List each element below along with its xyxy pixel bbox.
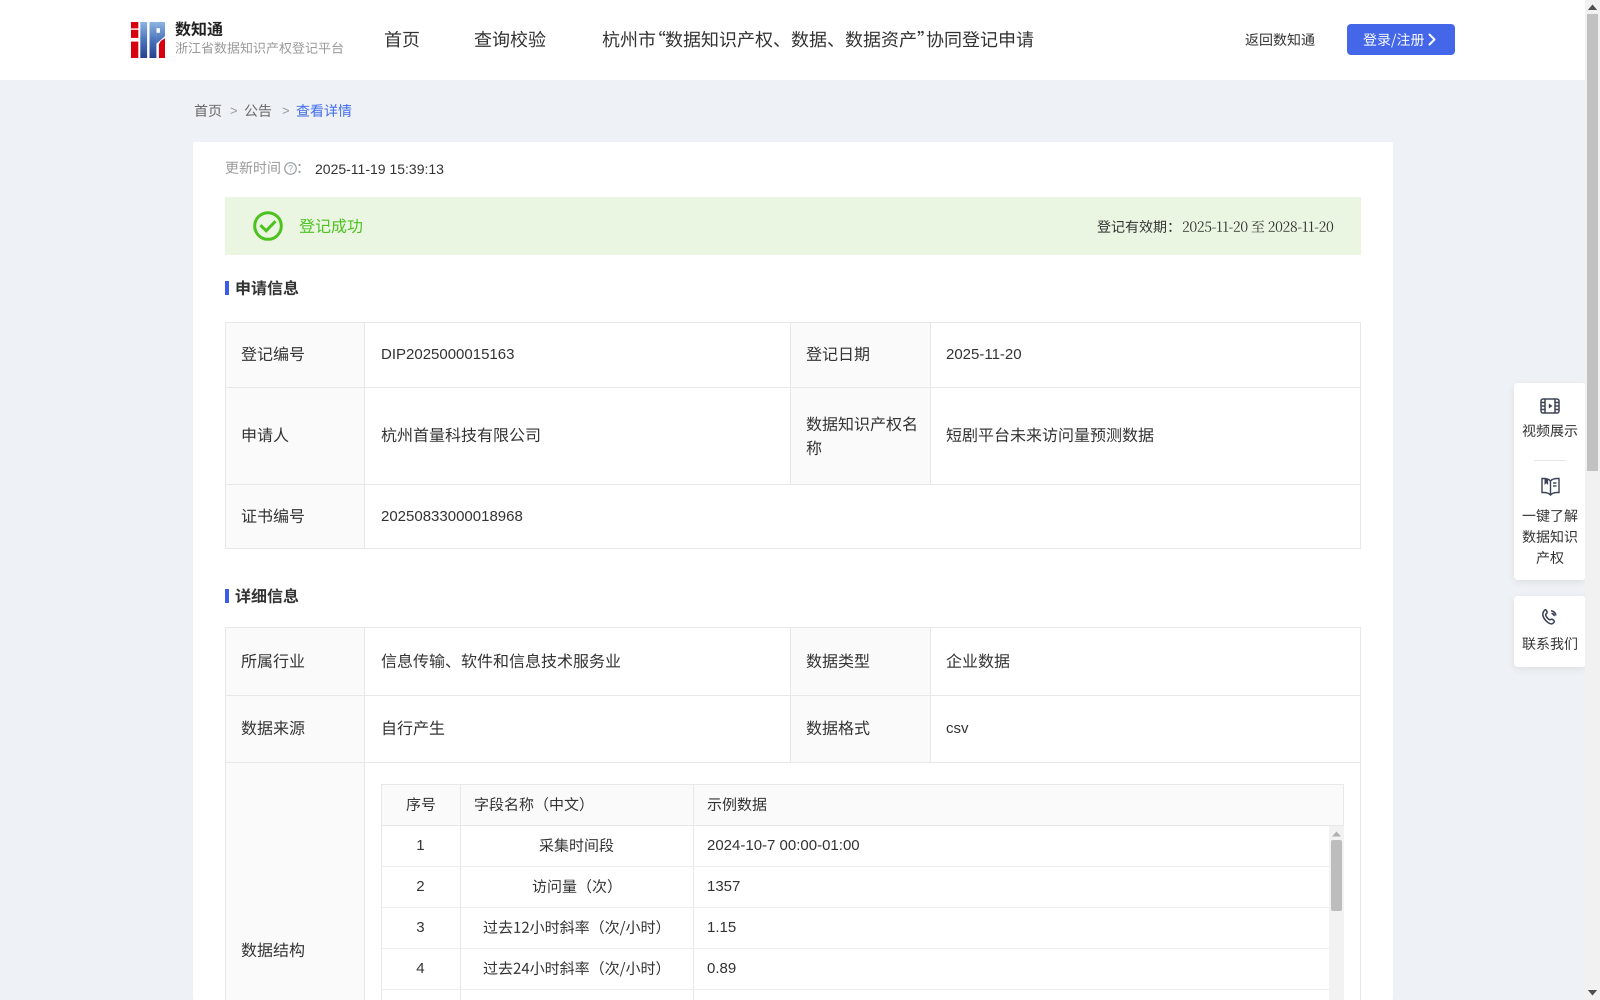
svg-text:?: ? <box>288 164 293 174</box>
